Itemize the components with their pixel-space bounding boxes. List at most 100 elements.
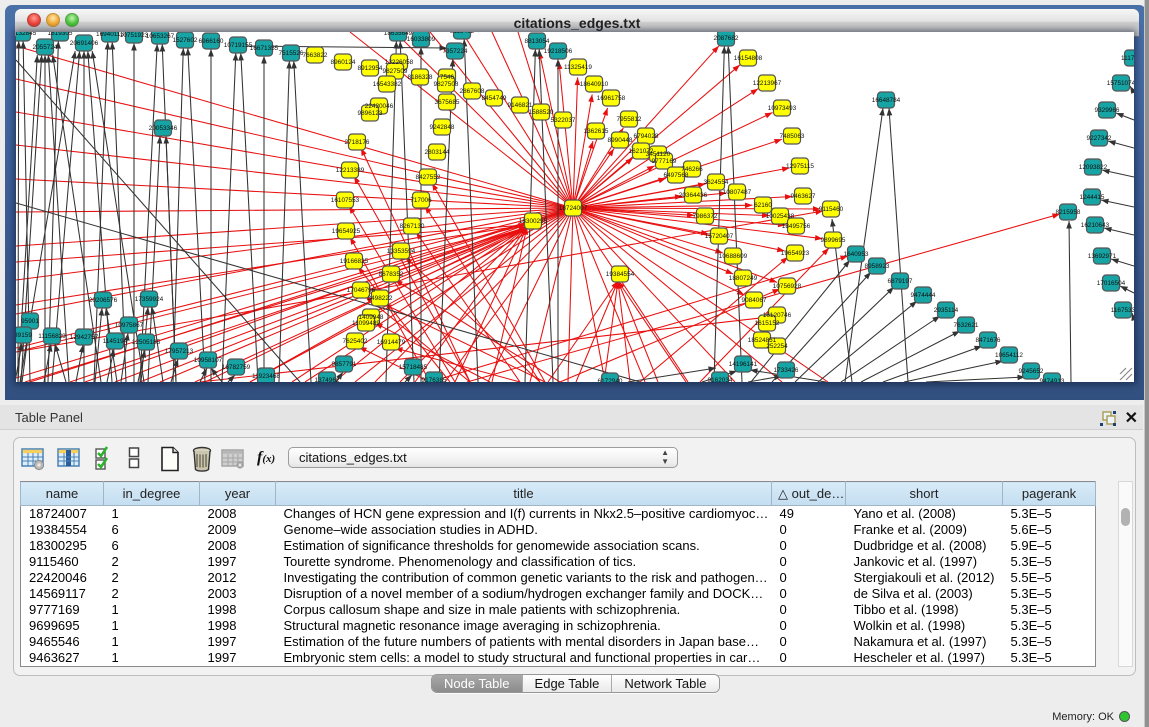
svg-text:1615152: 1615152 [755,320,780,327]
svg-text:8186328: 8186328 [408,74,433,81]
svg-text:8912954: 8912954 [358,65,383,72]
svg-text:10807487: 10807487 [723,189,752,196]
svg-text:10025438: 10025438 [766,213,795,220]
svg-text:15718485: 15718485 [399,364,428,371]
svg-text:16961758: 16961758 [597,95,626,102]
svg-text:8958923: 8958923 [865,263,890,270]
svg-text:8267130: 8267130 [400,223,425,230]
svg-text:15751074: 15751074 [1107,80,1134,87]
svg-text:16033809: 16033809 [407,36,436,43]
svg-text:6794028: 6794028 [634,133,659,140]
svg-text:7986372: 7986372 [693,213,718,220]
svg-text:3498222: 3498222 [368,295,393,302]
svg-text:717006: 717006 [410,197,432,204]
svg-text:16107553: 16107553 [331,197,360,204]
svg-text:14196141: 14196141 [729,361,758,368]
svg-text:10958107: 10958107 [194,357,223,364]
svg-text:18724007: 18724007 [559,205,588,212]
svg-text:13692971: 13692971 [1088,253,1117,260]
svg-text:9474444: 9474444 [911,292,936,299]
svg-text:9162034: 9162034 [708,377,733,382]
svg-text:1374962: 1374962 [315,377,340,382]
svg-text:3624554: 3624554 [704,179,729,186]
svg-text:15720407: 15720407 [705,233,734,240]
svg-text:7632621: 7632621 [954,322,979,329]
svg-text:9245652: 9245652 [1019,368,1044,375]
svg-text:8813054: 8813054 [525,38,550,45]
svg-text:10751923: 10751923 [120,32,149,39]
svg-text:9777169: 9777169 [652,158,677,165]
svg-text:7515526: 7515526 [279,50,304,57]
svg-text:20691406: 20691406 [70,40,99,47]
svg-text:252254: 252254 [766,343,788,350]
svg-text:5322037: 5322037 [551,117,576,124]
svg-text:1588520: 1588520 [529,109,554,116]
svg-text:13226058: 13226058 [385,59,414,66]
svg-text:16671355: 16671355 [250,45,279,52]
svg-text:2718176: 2718176 [345,139,370,146]
svg-text:6879197: 6879197 [888,278,913,285]
svg-text:12942757: 12942757 [70,334,99,341]
svg-text:9463627: 9463627 [791,193,816,200]
svg-text:20053346: 20053346 [149,125,178,132]
svg-text:8427552: 8427552 [416,174,441,181]
svg-text:11099489: 11099489 [352,320,380,327]
svg-text:19654925: 19654925 [332,228,361,235]
svg-text:9176385: 9176385 [422,377,447,382]
svg-text:1527602: 1527602 [173,37,198,44]
svg-text:9242848: 9242848 [430,124,455,131]
svg-text:8990448: 8990448 [608,137,633,144]
svg-text:9827509: 9827509 [383,68,408,75]
svg-text:9827508: 9827508 [434,81,459,88]
svg-text:17046796: 17046796 [347,287,376,294]
svg-text:3451120: 3451120 [646,151,671,158]
svg-text:2803144: 2803144 [425,149,450,156]
svg-text:2867608: 2867608 [460,88,485,95]
svg-text:7357224: 7357224 [443,48,468,55]
svg-text:11923468: 11923468 [252,373,280,380]
svg-text:7546: 7546 [440,74,455,81]
svg-text:2087682: 2087682 [714,35,739,42]
svg-text:2055724: 2055724 [33,44,58,51]
svg-text:10688609: 10688609 [719,253,748,260]
svg-text:10973493: 10973493 [768,105,797,112]
svg-text:20364436: 20364436 [679,192,708,199]
svg-text:12132845: 12132845 [16,32,37,37]
svg-text:20206576: 20206576 [89,297,118,304]
svg-text:19654923: 19654923 [781,250,810,257]
svg-text:12093822: 12093822 [1079,164,1108,171]
svg-text:17359924: 17359924 [135,296,164,303]
svg-text:9896123: 9896123 [358,110,383,117]
svg-text:1362615: 1362615 [584,128,609,135]
svg-text:10756928: 10756928 [773,283,802,290]
svg-text:16210643: 16210643 [1081,222,1110,229]
svg-text:3675685: 3675685 [435,99,460,106]
svg-text:39159: 39159 [16,332,32,339]
svg-text:8215958: 8215958 [1056,209,1081,216]
svg-text:9474913: 9474913 [1040,378,1065,382]
svg-text:9899695: 9899695 [821,237,846,244]
svg-text:22420046: 22420046 [365,103,394,110]
svg-text:18807249: 18807249 [729,275,758,282]
svg-text:1819305: 1819305 [48,32,73,37]
svg-text:1167533: 1167533 [1111,307,1134,314]
svg-text:6966160: 6966160 [199,38,224,45]
svg-text:16914479: 16914479 [377,339,406,346]
svg-text:1733426: 1733426 [774,367,799,374]
svg-text:7625402: 7625402 [343,338,368,345]
svg-text:95901: 95901 [21,318,39,325]
svg-text:18495756: 18495756 [782,223,811,230]
svg-text:9227342: 9227342 [1087,135,1112,142]
svg-text:10653267: 10653267 [146,33,175,40]
svg-text:8960124: 8960124 [331,59,356,66]
svg-text:9115460: 9115460 [819,206,844,213]
svg-text:2935114: 2935114 [934,307,959,314]
svg-text:9146821: 9146821 [508,102,533,109]
svg-text:1145194: 1145194 [103,338,128,345]
svg-text:18300295: 18300295 [519,218,548,225]
svg-text:17016504: 17016504 [1097,280,1126,287]
svg-text:11325419: 11325419 [564,64,592,71]
svg-text:12975115: 12975115 [786,163,814,170]
svg-text:13353594: 13353594 [387,248,416,255]
svg-text:9084067: 9084067 [742,297,767,304]
